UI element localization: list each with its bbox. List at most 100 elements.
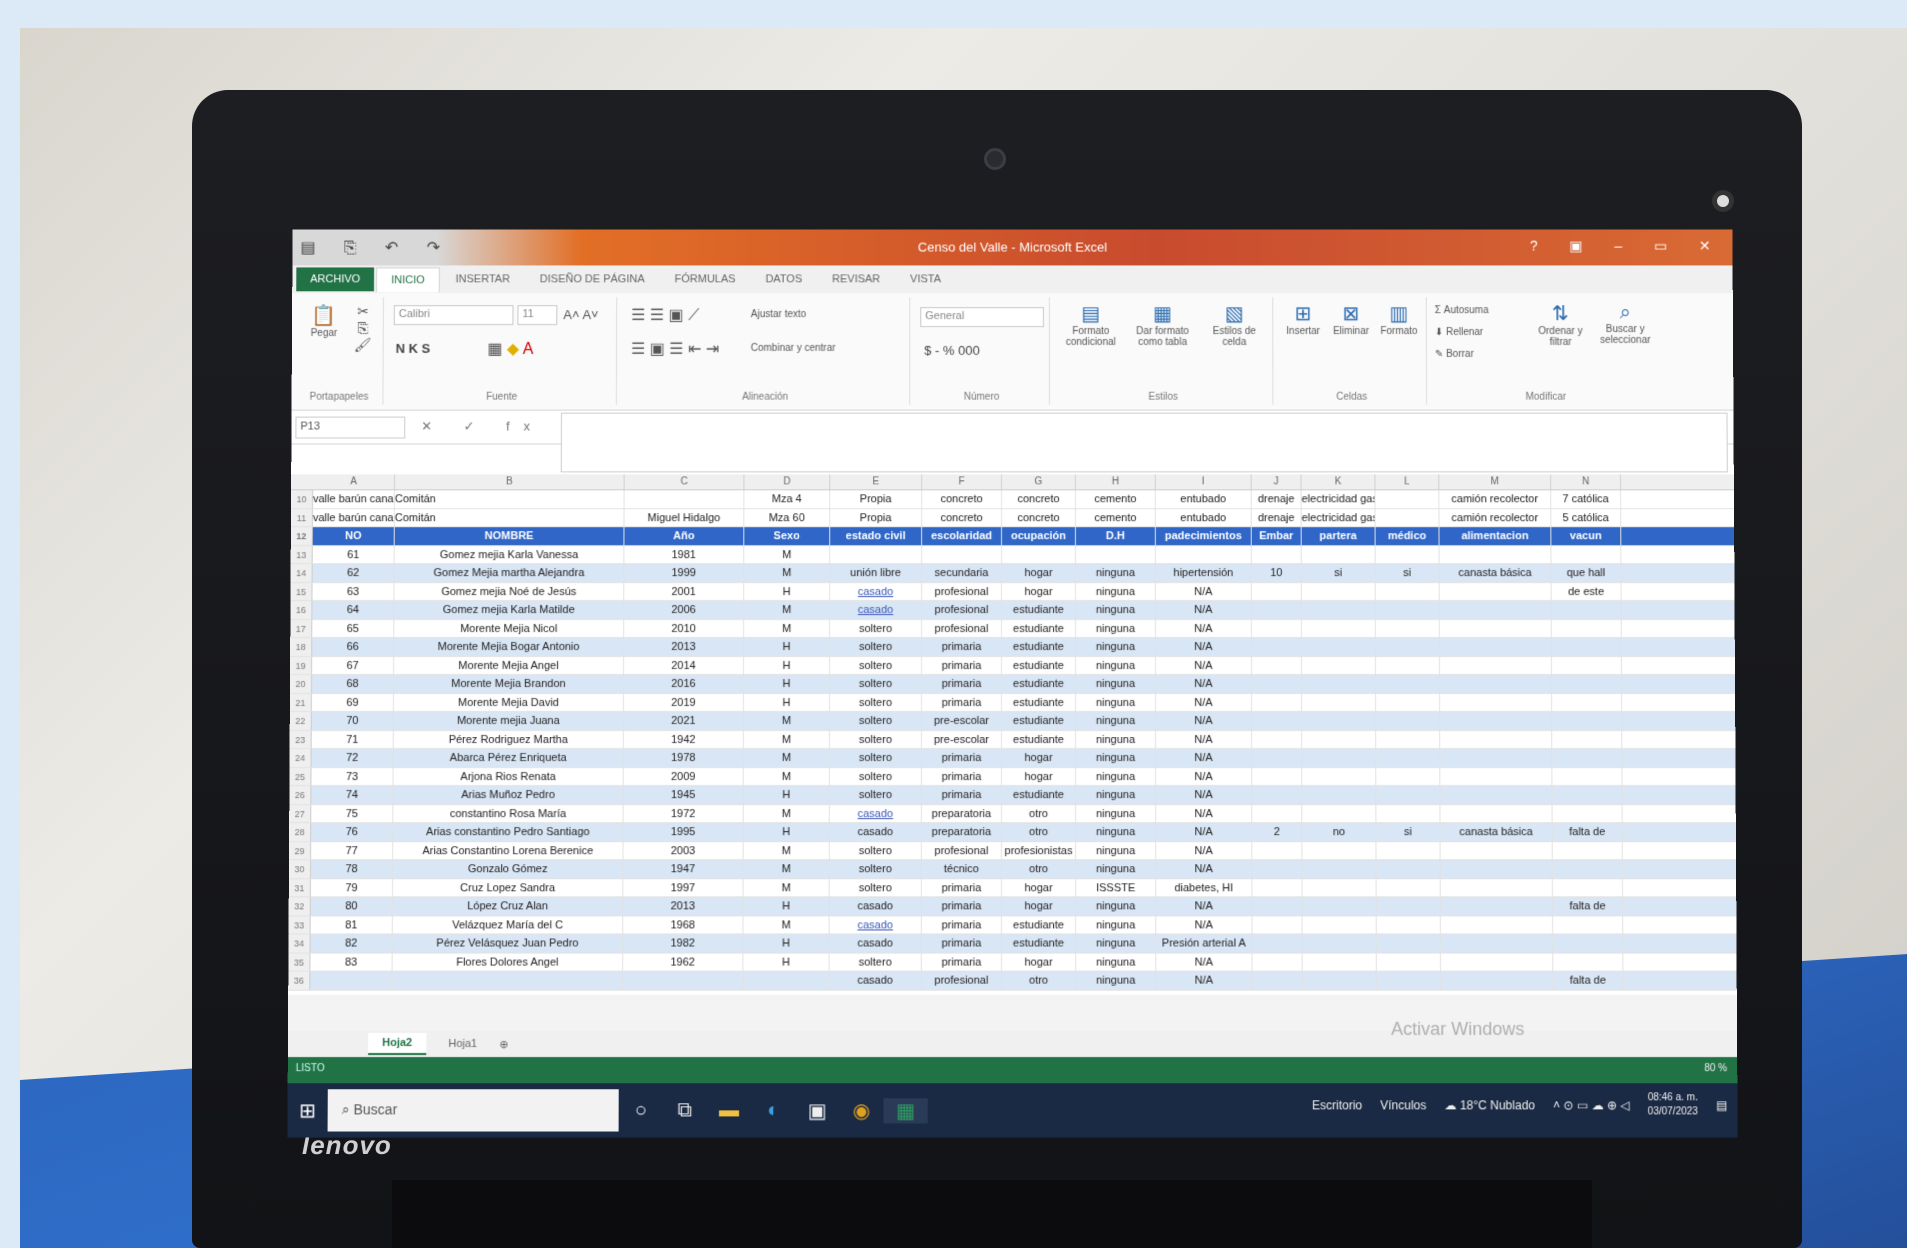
cell[interactable]: ninguna <box>1076 915 1157 934</box>
cell[interactable]: 83 <box>310 953 393 971</box>
links-toolbar[interactable]: Vínculos <box>1380 1098 1426 1112</box>
cell[interactable] <box>922 545 1003 564</box>
cell[interactable]: H <box>743 823 830 841</box>
cell[interactable] <box>1440 915 1554 934</box>
cell[interactable] <box>1252 860 1303 878</box>
cell[interactable]: N/A <box>1156 841 1253 860</box>
row-number[interactable]: 21 <box>289 693 312 712</box>
cell[interactable]: Propia <box>830 490 923 508</box>
cell[interactable]: ISSSTE <box>1076 878 1157 897</box>
cell[interactable] <box>1440 804 1553 823</box>
ribbon-tab[interactable]: INICIO <box>376 266 440 292</box>
cell[interactable]: concreto <box>1002 490 1076 508</box>
cell[interactable] <box>1440 730 1553 749</box>
cell[interactable]: soltero <box>829 841 922 860</box>
cell[interactable] <box>1375 619 1440 638</box>
cell[interactable] <box>1376 915 1441 934</box>
cell[interactable]: 1978 <box>623 749 744 767</box>
cell[interactable]: Velázquez María del C <box>392 915 624 934</box>
header-cell[interactable]: Embar <box>1251 527 1302 545</box>
cell[interactable] <box>1302 953 1377 971</box>
cell[interactable]: N/A <box>1156 767 1253 786</box>
cell[interactable]: primaria <box>921 693 1002 712</box>
cell[interactable] <box>1252 971 1303 990</box>
row-number[interactable]: 34 <box>288 934 311 953</box>
row-number[interactable]: 17 <box>290 619 313 638</box>
cell[interactable]: valle barún canar <box>312 490 395 508</box>
cell[interactable]: 64 <box>312 601 395 619</box>
cell[interactable] <box>1251 545 1302 564</box>
cell[interactable] <box>1375 601 1440 619</box>
name-box[interactable]: P13 <box>295 416 406 439</box>
cell[interactable]: N/A <box>1155 601 1252 619</box>
cell[interactable]: ninguna <box>1076 860 1157 878</box>
cell[interactable]: N/A <box>1156 897 1253 915</box>
cell[interactable]: ninguna <box>1076 823 1157 841</box>
cell[interactable]: profesional <box>922 619 1003 638</box>
cell[interactable]: cemento <box>1075 490 1156 508</box>
cell[interactable]: ninguna <box>1076 786 1157 804</box>
ribbon-tab[interactable]: ARCHIVO <box>296 267 375 292</box>
cell[interactable]: estudiante <box>1001 730 1077 749</box>
cell[interactable]: casado <box>829 915 922 934</box>
edge-icon[interactable]: ◐ <box>751 1099 795 1122</box>
cell[interactable] <box>1302 934 1377 953</box>
cell[interactable]: drenaje <box>1251 490 1302 508</box>
cell[interactable]: no <box>1302 823 1377 841</box>
cell[interactable]: canasta básica <box>1439 564 1552 582</box>
cell[interactable] <box>624 490 745 508</box>
number-format-buttons[interactable]: $ - % 000 <box>924 343 980 358</box>
cell[interactable]: estudiante <box>1002 619 1076 638</box>
cell[interactable]: 68 <box>311 675 395 693</box>
cell[interactable]: soltero <box>830 619 923 638</box>
borders-fill-color-icons[interactable]: ▦ ◆ A <box>487 339 533 359</box>
window-controls[interactable]: ? ▣ – ▭ ✕ <box>1530 238 1725 255</box>
cell[interactable]: valle barún canar <box>312 508 395 527</box>
header-cell[interactable]: Año <box>624 527 745 545</box>
cell[interactable]: unión libre <box>830 564 923 582</box>
cell[interactable]: N/A <box>1156 749 1253 767</box>
row-number[interactable]: 12 <box>290 527 313 545</box>
cell[interactable]: hogar <box>1002 564 1076 582</box>
sheet-tab[interactable]: Hoja2 <box>368 1032 427 1056</box>
cell[interactable]: ninguna <box>1076 767 1157 786</box>
cell[interactable] <box>1440 953 1554 971</box>
cell[interactable] <box>1439 545 1552 564</box>
cell[interactable]: si <box>1375 564 1440 582</box>
cell[interactable]: casado <box>830 582 923 601</box>
fill-button[interactable]: ⬇ Rellenar <box>1435 327 1483 338</box>
cell[interactable]: estudiante <box>1002 601 1076 619</box>
cell[interactable] <box>1551 656 1622 675</box>
task-view-icon[interactable]: ⧉ <box>663 1099 707 1122</box>
row-number[interactable]: 35 <box>288 953 311 971</box>
cell[interactable]: hogar <box>1001 897 1077 915</box>
cell[interactable]: N/A <box>1156 860 1253 878</box>
cell[interactable] <box>1301 656 1376 675</box>
cell[interactable] <box>1440 693 1553 712</box>
cell[interactable] <box>1439 656 1552 675</box>
cell[interactable]: 7 católica <box>1551 490 1622 508</box>
header-cell[interactable]: médico <box>1375 527 1440 545</box>
cell[interactable]: soltero <box>829 675 923 693</box>
cell[interactable]: N/A <box>1156 823 1253 841</box>
find-select-button[interactable]: ⌕ Buscar y seleccionar <box>1594 301 1656 346</box>
cell[interactable] <box>1375 675 1441 693</box>
cell[interactable]: 2010 <box>624 619 745 638</box>
cell[interactable]: cemento <box>1075 508 1156 527</box>
cell[interactable]: López Cruz Alan <box>392 897 624 915</box>
cell[interactable] <box>1552 878 1624 897</box>
insert-cells-button[interactable]: ⊞ Insertar <box>1281 301 1325 337</box>
cell[interactable]: M <box>743 878 830 897</box>
cell[interactable]: profesional <box>921 971 1002 990</box>
cell[interactable] <box>1375 638 1440 656</box>
cell[interactable] <box>1551 601 1622 619</box>
cell[interactable]: 2016 <box>623 675 745 693</box>
spreadsheet-grid[interactable]: ABCDEFGHIJKLMN 10 valle barún canar Comitá… <box>288 474 1737 995</box>
row-number[interactable]: 36 <box>288 971 311 990</box>
cell[interactable]: Mza 4 <box>744 490 831 508</box>
font-size-box[interactable]: 11 <box>517 305 558 326</box>
cell[interactable]: estudiante <box>1001 693 1077 712</box>
cell[interactable]: H <box>744 638 831 656</box>
cell[interactable] <box>1252 953 1303 971</box>
ribbon-tab[interactable]: DATOS <box>751 267 816 291</box>
